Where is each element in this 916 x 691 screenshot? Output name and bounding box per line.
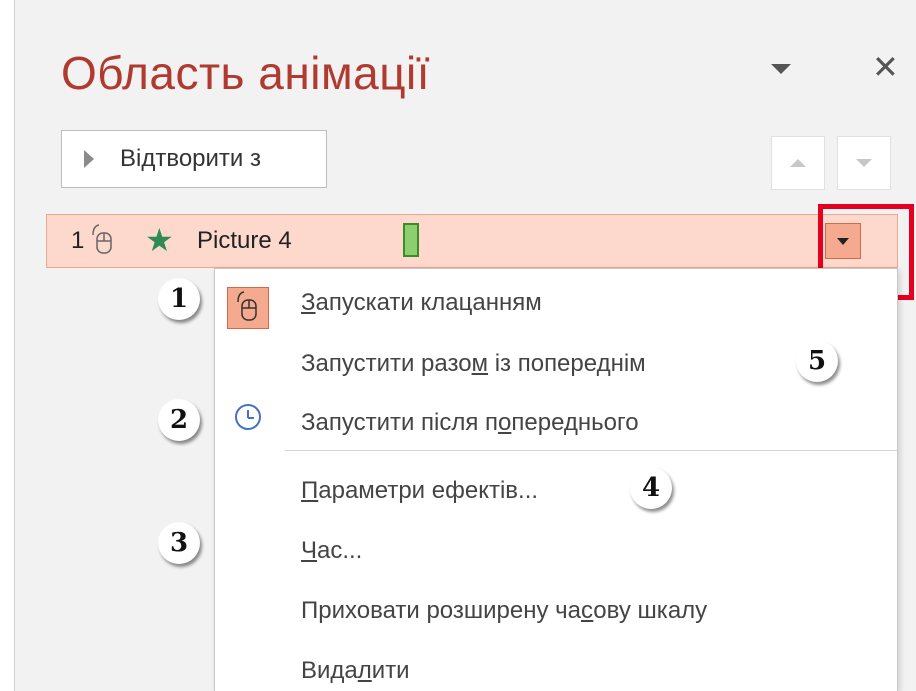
- mouse-icon: [92, 224, 112, 254]
- play-icon: [84, 150, 94, 168]
- pane-options-icon[interactable]: [767, 52, 795, 74]
- animation-item-name: Picture 4: [197, 227, 292, 254]
- move-down-button[interactable]: [837, 136, 891, 190]
- move-up-button[interactable]: [771, 136, 825, 190]
- menu-item-start-after-previous[interactable]: Запустити після попереднього: [301, 409, 639, 437]
- menu-item-timing[interactable]: Час...: [301, 537, 362, 565]
- pane-title: Область анімації: [61, 47, 431, 99]
- arrow-down-icon: [856, 159, 872, 167]
- menu-item-effect-options[interactable]: Параметри ефектів...: [301, 477, 538, 505]
- animation-item-row[interactable]: 1 ★ Picture 4: [46, 214, 898, 268]
- timeline-bar[interactable]: [403, 223, 419, 257]
- menu-separator: [285, 450, 897, 451]
- close-icon[interactable]: ✕: [872, 48, 899, 86]
- menu-item-start-on-click[interactable]: Запускати клацанням: [301, 289, 542, 317]
- callout-badge-2: 2: [158, 399, 200, 441]
- menu-item-hide-advanced-timeline[interactable]: Приховати розширену часову шкалу: [301, 597, 707, 625]
- selected-mode-indicator: [227, 287, 269, 329]
- context-menu: Запускати клацанням Запустити разом із п…: [214, 268, 898, 691]
- play-from-label: Відтворити з: [120, 145, 261, 172]
- play-from-button[interactable]: Відтворити з: [61, 130, 327, 188]
- callout-badge-1: 1: [158, 278, 200, 320]
- callout-badge-5: 5: [796, 340, 838, 382]
- callout-badge-4: 4: [630, 467, 672, 509]
- mouse-icon: [237, 291, 257, 321]
- clock-icon: [235, 404, 261, 430]
- menu-item-remove[interactable]: Видалити: [301, 657, 410, 685]
- menu-item-start-with-previous[interactable]: Запустити разом із попереднім: [301, 350, 646, 378]
- arrow-up-icon: [790, 159, 806, 167]
- animation-number: 1: [71, 227, 85, 254]
- callout-badge-3: 3: [158, 522, 200, 564]
- star-icon: ★: [145, 222, 174, 258]
